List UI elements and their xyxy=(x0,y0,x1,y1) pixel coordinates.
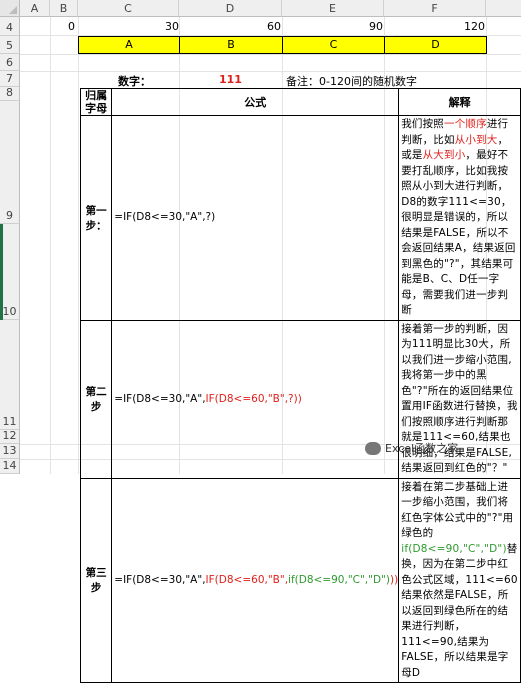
row-header-8[interactable]: 8 xyxy=(0,86,20,101)
header-formula: 公式 xyxy=(111,88,400,116)
row-header-5[interactable]: 5 xyxy=(0,36,20,54)
column-header-b[interactable]: B xyxy=(50,0,78,17)
scale-label-120: 120 xyxy=(464,20,485,33)
step2-formula[interactable]: =IF(D8<=30,"A",IF(D8<=60,"B",?)) xyxy=(111,319,400,479)
column-header-c[interactable]: C xyxy=(78,0,179,17)
scale-label-90: 90 xyxy=(369,20,383,33)
step1-explanation[interactable]: 我们按照一个顺序进行判断，比如从小到大，或是从大到小，最好不要打乱顺序，比如我按… xyxy=(398,115,521,321)
step3-formula[interactable]: =IF(D8<=30,"A",IF(D8<=60,"B",if(D8<=90,"… xyxy=(111,477,400,683)
step1-formula[interactable]: =IF(D8<=30,"A",?) xyxy=(111,115,400,321)
gridline xyxy=(20,54,521,55)
gridline xyxy=(78,17,79,474)
scale-label-60: 60 xyxy=(267,20,281,33)
number-label: 数字： xyxy=(118,75,151,88)
band-c[interactable]: C xyxy=(282,36,385,54)
step3-label[interactable]: 第三步 xyxy=(79,477,113,683)
step2-label[interactable]: 第二步 xyxy=(79,319,113,479)
column-header-d[interactable]: D xyxy=(179,0,282,17)
header-explanation: 解释 xyxy=(398,88,521,116)
row-header-13[interactable]: 12 xyxy=(0,429,20,444)
gridline xyxy=(20,71,521,72)
step3-explanation[interactable]: 接着在第二步基础上进一步缩小范围，我们将红色字体公式中的"?"用绿色的if(D8… xyxy=(398,477,521,683)
column-header-f[interactable]: F xyxy=(384,0,486,17)
wechat-logo-icon xyxy=(365,441,381,455)
selected-row-indicator xyxy=(0,224,3,320)
row-header-11[interactable]: 10 xyxy=(0,224,20,320)
select-all-corner[interactable] xyxy=(0,0,20,17)
header-letter: 归属字母 xyxy=(79,88,113,116)
spreadsheet: A B C D E F 4 5 6 7 8 9 10 11 12 13 14 0… xyxy=(0,0,521,683)
row-header-4[interactable]: 4 xyxy=(0,17,20,36)
step1-label[interactable]: 第一步： xyxy=(79,115,113,321)
band-a[interactable]: A xyxy=(78,36,180,54)
note-text: 备注：0-120间的随机数字 xyxy=(286,75,417,88)
gridline xyxy=(50,17,51,474)
row-header-10[interactable]: 9 xyxy=(0,101,20,224)
column-header-e[interactable]: E xyxy=(282,0,384,17)
watermark-text: Excel函数之家 xyxy=(385,442,459,455)
scale-label-30: 30 xyxy=(165,20,179,33)
row-header-14[interactable]: 13 xyxy=(0,444,20,459)
scale-label-0: 0 xyxy=(68,20,75,33)
row-header-15[interactable]: 14 xyxy=(0,459,20,474)
row-header-12[interactable]: 11 xyxy=(0,320,20,430)
band-d[interactable]: D xyxy=(384,36,487,54)
row-header-7[interactable]: 7 xyxy=(0,71,20,87)
explanation-table: 归属字母 公式 解释 第一步： =IF(D8<=30,"A",?) 我们按照一个… xyxy=(79,88,521,683)
column-header-g[interactable] xyxy=(486,0,521,17)
row-header-6[interactable]: 6 xyxy=(0,54,20,71)
band-b[interactable]: B xyxy=(179,36,283,54)
number-value[interactable]: 111 xyxy=(219,73,242,86)
column-header-a[interactable]: A xyxy=(20,0,50,17)
watermark: Excel函数之家 xyxy=(365,440,458,456)
